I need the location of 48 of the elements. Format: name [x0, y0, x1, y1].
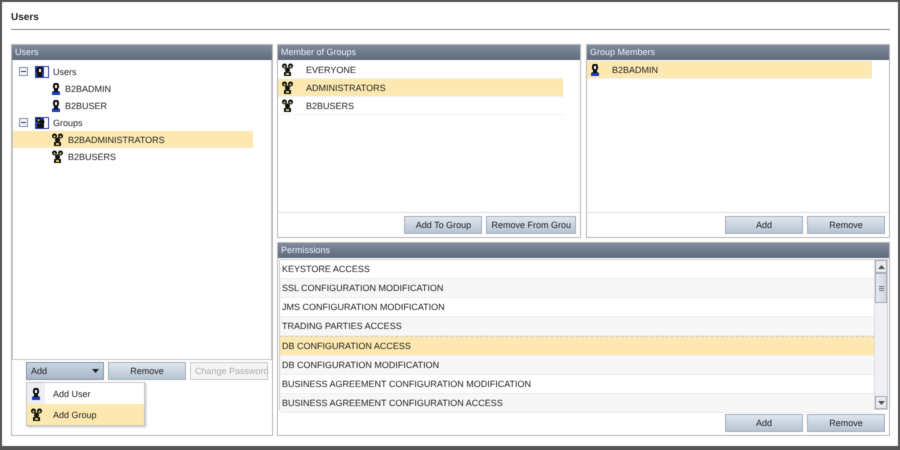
tree-item[interactable]: Users — [13, 63, 253, 80]
action-button[interactable]: Remove — [108, 362, 186, 380]
groups-folder-icon — [35, 116, 49, 129]
page-title: Users — [10, 11, 40, 25]
permission-item[interactable]: TRADING PARTIES ACCESS — [280, 317, 874, 336]
tree-item[interactable]: B2BADMINISTRATORS — [13, 131, 253, 148]
panel-header: Permissions — [278, 243, 889, 258]
user-icon — [51, 82, 61, 95]
tree-item[interactable]: B2BUSERS — [13, 148, 253, 165]
tree-item[interactable]: B2BUSER — [13, 97, 253, 114]
action-button[interactable]: Add — [725, 414, 803, 432]
list-item[interactable]: B2BUSERS — [278, 97, 563, 115]
scroll-down-icon[interactable] — [878, 400, 884, 404]
group-icon — [281, 63, 294, 76]
grip-icon[interactable] — [878, 286, 884, 290]
panel-header: Member of Groups — [278, 45, 580, 60]
collapse-icon[interactable] — [19, 118, 28, 127]
group-icon — [30, 408, 42, 421]
action-button[interactable]: Add — [725, 216, 803, 234]
action-button[interactable]: Remove — [807, 414, 885, 432]
permission-item[interactable]: SSL CONFIGURATION MODIFICATION — [280, 279, 874, 298]
permission-item[interactable]: BUSINESS AGREEMENT CONFIGURATION ACCESS — [280, 394, 874, 413]
caret-icon — [92, 369, 99, 373]
user-icon — [590, 63, 600, 76]
permission-item[interactable]: DB CONFIGURATION ACCESS — [280, 336, 874, 356]
collapse-icon[interactable] — [19, 67, 28, 76]
panel-header: Users — [12, 45, 272, 60]
scrollbar[interactable] — [874, 260, 887, 409]
action-button[interactable]: Add To Group — [404, 216, 482, 234]
group-icon — [51, 150, 64, 163]
panel-header: Group Members — [587, 45, 889, 60]
group-icon — [281, 81, 294, 94]
users-folder-icon — [35, 65, 49, 78]
group-icon — [51, 133, 64, 146]
menu-item[interactable]: Add User — [27, 383, 144, 404]
add-dropdown[interactable]: Add — [26, 362, 104, 380]
list-item[interactable]: ADMINISTRATORS — [278, 79, 563, 97]
list-item[interactable]: B2BADMIN — [587, 61, 872, 79]
action-button[interactable]: Remove From Grou — [486, 216, 576, 234]
user-icon — [51, 99, 61, 112]
scroll-up-icon[interactable] — [878, 264, 884, 268]
group-icon — [281, 99, 294, 112]
permission-item[interactable]: DB CONFIGURATION MODIFICATION — [280, 356, 874, 375]
tree-item[interactable]: B2BADMIN — [13, 80, 253, 97]
action-button[interactable]: Remove — [807, 216, 885, 234]
user-icon — [31, 387, 41, 400]
tree-item[interactable]: Groups — [13, 114, 253, 131]
menu-item[interactable]: Add Group — [27, 404, 144, 425]
